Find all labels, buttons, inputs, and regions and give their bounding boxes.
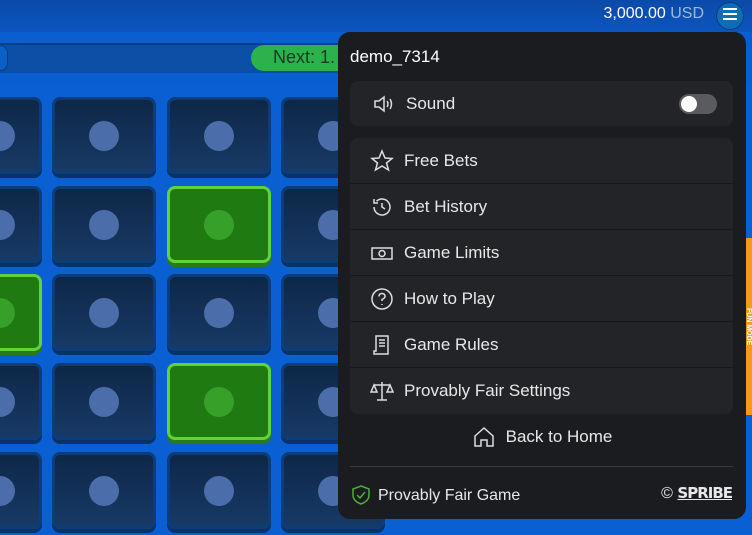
tile-dot [0, 120, 15, 151]
menu-item-game-rules[interactable]: Game Rules [350, 322, 733, 368]
spribe-credit: © SPRIBE [661, 484, 733, 502]
hidden-tile[interactable] [0, 97, 42, 174]
menu-list: Free Bets Bet History Game Limits How to… [350, 138, 733, 414]
menu-item-free-bets[interactable]: Free Bets [350, 138, 733, 184]
dropdown-button[interactable] [0, 45, 8, 71]
revealed-gem-tile[interactable] [0, 274, 42, 351]
tile-dot [204, 120, 234, 151]
home-icon [472, 425, 496, 449]
sound-row: Sound [350, 81, 733, 126]
hidden-tile[interactable] [167, 274, 271, 351]
question-icon [370, 287, 394, 311]
history-icon [370, 195, 394, 219]
hidden-tile[interactable] [0, 186, 42, 263]
tile-dot [89, 386, 119, 417]
speaker-icon [372, 92, 396, 116]
hidden-tile[interactable] [52, 363, 156, 440]
document-icon [370, 333, 394, 357]
tile-dot [89, 297, 119, 328]
shield-check-icon [350, 484, 374, 508]
hidden-tile[interactable] [52, 186, 156, 263]
menu-button[interactable] [716, 2, 744, 30]
tile-dot [204, 386, 234, 417]
tile-dot [0, 209, 15, 240]
hidden-tile[interactable] [0, 452, 42, 529]
fun-mode-tab[interactable]: FUN MODE [745, 238, 752, 415]
tile-dot [0, 475, 15, 506]
menu-item-provably-fair-settings[interactable]: Provably Fair Settings [350, 368, 733, 414]
scales-icon [370, 379, 394, 403]
menu-item-bet-history[interactable]: Bet History [350, 184, 733, 230]
hidden-tile[interactable] [0, 363, 42, 440]
back-to-home-button[interactable]: Back to Home [338, 425, 746, 449]
balance: 3,000.00 USD [603, 5, 704, 22]
hamburger-icon [723, 7, 737, 25]
tile-dot [0, 297, 15, 328]
tile-dot [204, 475, 234, 506]
menu-item-how-to-play[interactable]: How to Play [350, 276, 733, 322]
menu-panel: demo_7314 Sound Free Bets Bet History Ga… [338, 32, 746, 519]
tile-dot [89, 120, 119, 151]
tile-dot [204, 209, 234, 240]
cash-icon [370, 241, 394, 265]
divider [350, 466, 733, 467]
star-icon [370, 148, 394, 173]
hidden-tile[interactable] [167, 452, 271, 529]
top-bar: 3,000.00 USD [0, 0, 752, 32]
revealed-gem-tile[interactable] [167, 363, 271, 440]
menu-item-game-limits[interactable]: Game Limits [350, 230, 733, 276]
hidden-tile[interactable] [167, 97, 271, 174]
sound-toggle[interactable] [679, 94, 717, 114]
revealed-gem-tile[interactable] [167, 186, 271, 263]
hidden-tile[interactable] [52, 274, 156, 351]
tile-dot [204, 297, 234, 328]
hidden-tile[interactable] [52, 452, 156, 529]
spribe-logo[interactable]: SPRIBE [677, 484, 733, 502]
tile-dot [89, 475, 119, 506]
hidden-tile[interactable] [52, 97, 156, 174]
provably-fair-game-link[interactable]: Provably Fair Game [350, 484, 520, 508]
tile-dot [0, 386, 15, 417]
username: demo_7314 [350, 47, 440, 66]
tile-dot [89, 209, 119, 240]
